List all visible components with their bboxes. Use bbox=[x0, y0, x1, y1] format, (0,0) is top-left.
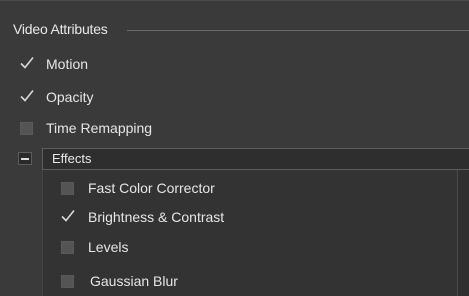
effects-scrollbar[interactable] bbox=[457, 170, 469, 296]
time-remapping-checkbox[interactable] bbox=[20, 121, 33, 135]
gaussian-blur-label: Gaussian Blur bbox=[90, 273, 178, 289]
brightness-contrast-label: Brightness & Contrast bbox=[88, 209, 225, 225]
video-attributes-panel: Video Attributes Motion Opacity Time Rem… bbox=[0, 0, 469, 296]
levels-label: Levels bbox=[88, 239, 129, 255]
effect-row-gaussian-blur[interactable]: Gaussian Blur bbox=[61, 271, 178, 291]
checkmark-icon bbox=[20, 56, 34, 69]
gaussian-blur-checkbox[interactable] bbox=[61, 274, 74, 288]
checkmark-icon bbox=[20, 89, 34, 102]
effects-collapse-toggle[interactable] bbox=[18, 152, 32, 165]
attribute-row-motion[interactable]: Motion bbox=[20, 54, 88, 74]
effect-row-brightness-contrast[interactable]: Brightness & Contrast bbox=[61, 207, 224, 227]
fast-color-corrector-label: Fast Color Corrector bbox=[88, 180, 215, 196]
opacity-label: Opacity bbox=[46, 89, 94, 105]
effect-row-fast-color-corrector[interactable]: Fast Color Corrector bbox=[61, 178, 215, 198]
fast-color-corrector-checkbox[interactable] bbox=[61, 181, 74, 195]
effects-group-header[interactable]: Effects bbox=[42, 148, 469, 170]
effect-row-levels[interactable]: Levels bbox=[61, 237, 128, 257]
levels-checkbox[interactable] bbox=[61, 240, 74, 254]
section-title: Video Attributes bbox=[13, 21, 108, 37]
opacity-checkbox[interactable] bbox=[20, 89, 34, 104]
time-remapping-label: Time Remapping bbox=[46, 120, 153, 136]
attribute-row-opacity[interactable]: Opacity bbox=[20, 87, 93, 107]
motion-label: Motion bbox=[46, 56, 89, 72]
section-divider bbox=[127, 30, 469, 31]
brightness-contrast-checkbox[interactable] bbox=[61, 209, 75, 224]
checkmark-icon bbox=[61, 209, 75, 222]
motion-checkbox[interactable] bbox=[20, 56, 34, 71]
attribute-row-time-remapping[interactable]: Time Remapping bbox=[20, 118, 152, 138]
effects-label: Effects bbox=[52, 151, 92, 166]
